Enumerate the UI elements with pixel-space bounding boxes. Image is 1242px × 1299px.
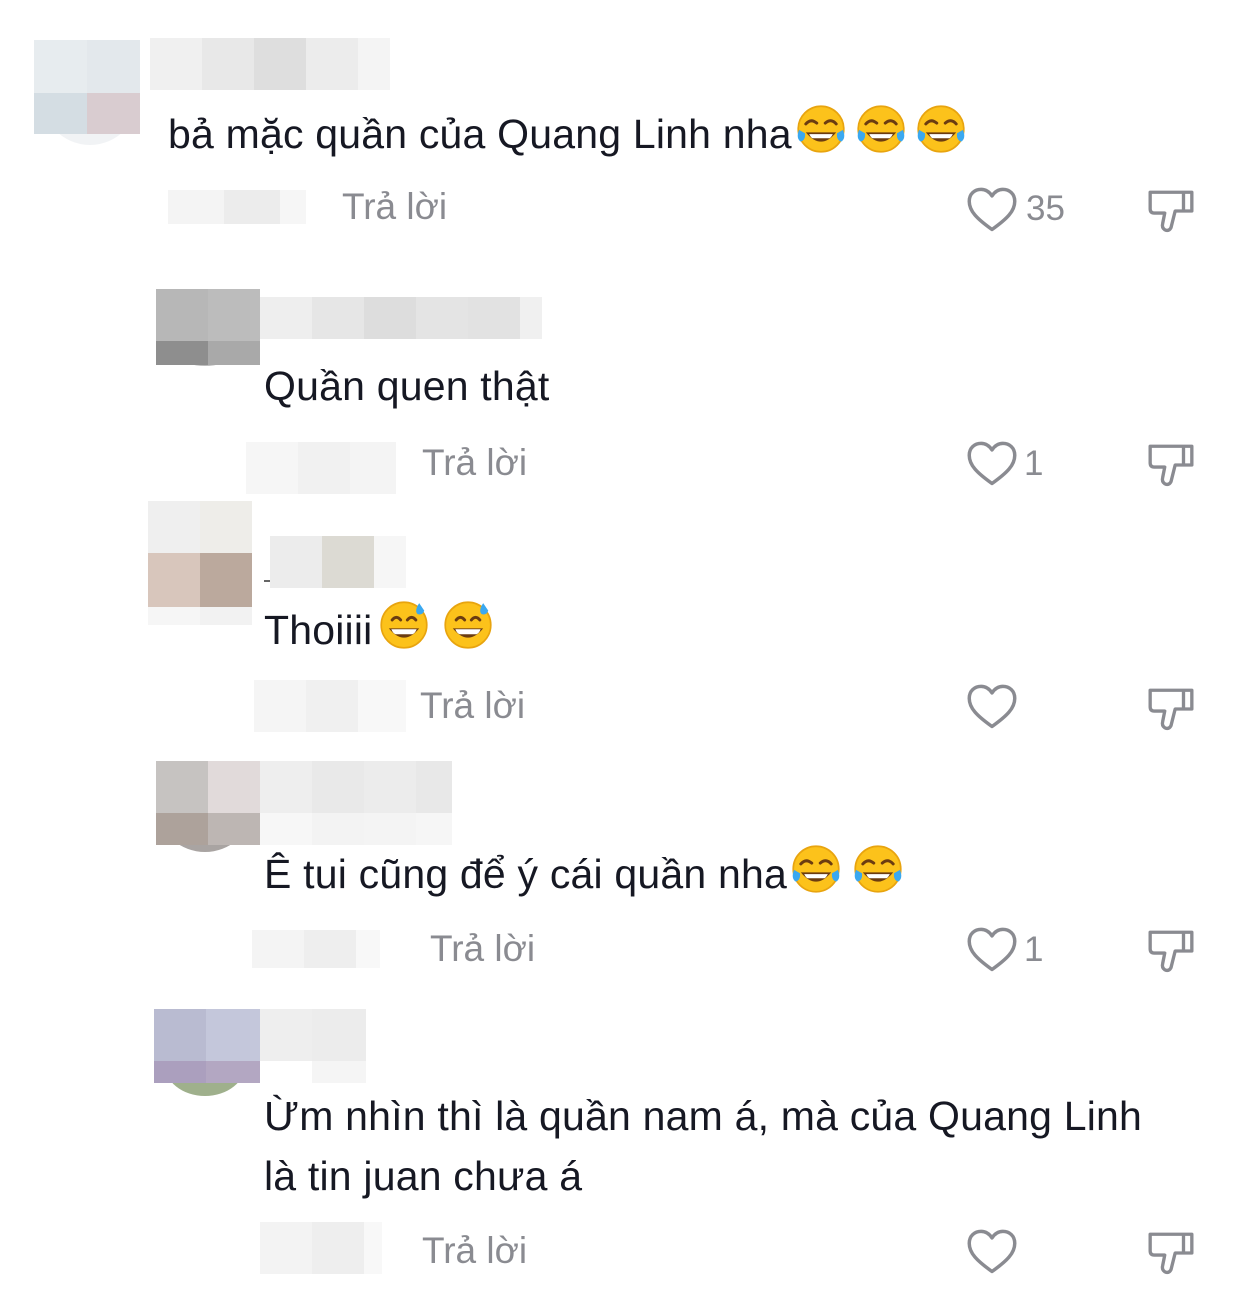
timestamp-redacted xyxy=(168,190,306,224)
timestamp-redacted xyxy=(252,930,380,968)
heart-outline-icon[interactable] xyxy=(966,926,1018,974)
timestamp-redacted xyxy=(246,442,396,494)
face-with-tears-of-joy-icon xyxy=(917,105,965,153)
timestamp-redacted xyxy=(260,1222,382,1274)
heart-outline-icon[interactable] xyxy=(966,186,1018,234)
face-with-tears-of-joy-icon xyxy=(857,105,905,153)
avatar-pixelation[interactable] xyxy=(148,501,252,625)
like-count: 1 xyxy=(1024,444,1044,483)
reply-button[interactable]: Trả lời xyxy=(422,1230,527,1272)
face-with-tears-of-joy-icon xyxy=(854,845,902,893)
avatar-pixelation xyxy=(156,289,260,365)
comment-body: Ê tui cũng để ý cái quần nha xyxy=(264,851,788,897)
avatar-pixelation xyxy=(34,40,140,134)
thumbs-down-outline-icon[interactable] xyxy=(1146,684,1196,734)
like-count: 1 xyxy=(1024,930,1044,969)
comment-text: Ê tui cũng để ý cái quần nha xyxy=(264,842,905,904)
heart-outline-icon[interactable] xyxy=(966,1228,1018,1276)
reply-button[interactable]: Trả lời xyxy=(430,928,535,970)
grinning-face-with-sweat-icon xyxy=(379,601,428,649)
thumbs-down-outline-icon[interactable] xyxy=(1146,186,1196,236)
grinning-face-with-sweat-icon xyxy=(443,601,492,649)
thumbs-down-outline-icon[interactable] xyxy=(1146,1228,1196,1278)
comment-body: bả mặc quần của Quang Linh nha xyxy=(168,111,792,157)
comment-text: Ừm nhìn thì là quần nam á, mà của Quang … xyxy=(264,1086,1164,1206)
username-redacted[interactable] xyxy=(264,536,406,588)
heart-outline-icon[interactable] xyxy=(966,683,1018,731)
username-redacted[interactable] xyxy=(260,297,542,339)
face-with-tears-of-joy-icon xyxy=(797,105,845,153)
timestamp-redacted xyxy=(254,680,406,732)
comment-body: Ừm nhìn thì là quần nam á, mà của Quang … xyxy=(264,1093,1143,1199)
avatar-pixelation xyxy=(156,761,452,845)
comment-body: Quần quen thật xyxy=(264,363,550,409)
comment-text: bả mặc quần của Quang Linh nha xyxy=(168,102,968,164)
username-redacted[interactable] xyxy=(150,38,390,90)
thumbs-down-outline-icon[interactable] xyxy=(1146,440,1196,490)
thumbs-down-outline-icon[interactable] xyxy=(1146,926,1196,976)
reply-button[interactable]: Trả lời xyxy=(342,186,447,228)
comment-text: Quần quen thật xyxy=(264,356,549,416)
heart-outline-icon[interactable] xyxy=(966,440,1018,488)
reply-button[interactable]: Trả lời xyxy=(422,442,527,484)
like-count: 35 xyxy=(1026,189,1065,228)
reply-button[interactable]: Trả lời xyxy=(420,685,525,727)
comment-text: Thoiiii xyxy=(264,598,495,660)
avatar-pixelation xyxy=(154,1009,366,1083)
comment-body: Thoiiii xyxy=(264,607,373,653)
face-with-tears-of-joy-icon xyxy=(792,845,840,893)
